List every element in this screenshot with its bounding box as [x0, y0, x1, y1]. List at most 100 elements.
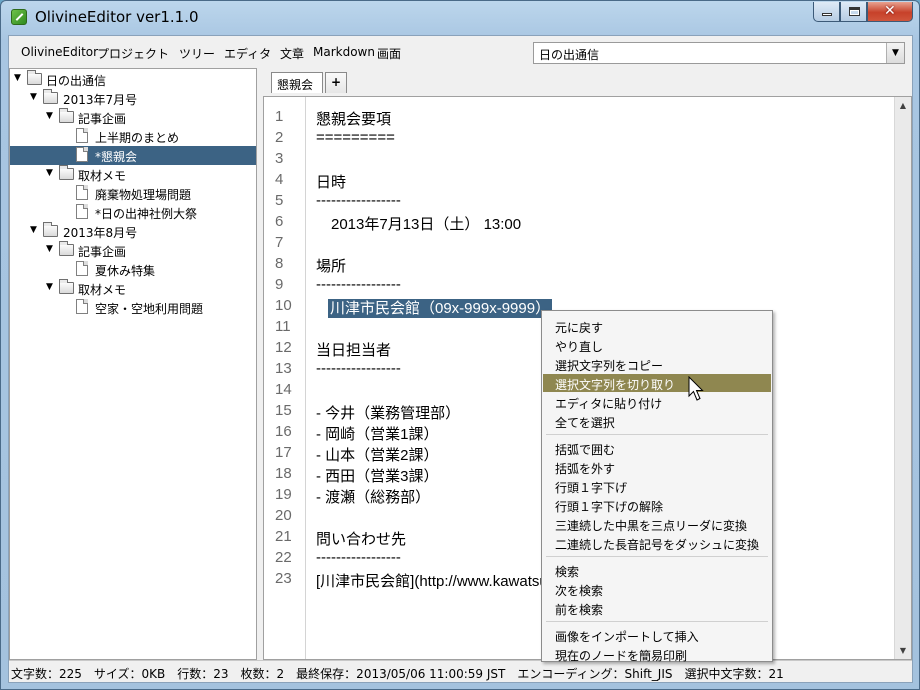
- tree-node-label: 夏休み特集: [95, 264, 156, 278]
- expand-arrow-icon[interactable]: ▼: [46, 111, 53, 121]
- expand-arrow-icon[interactable]: ▼: [46, 244, 53, 254]
- menu-item-undo[interactable]: 元に戻す: [543, 317, 771, 335]
- window-controls: ✕: [813, 2, 913, 22]
- title-bar[interactable]: OlivineEditor ver1.1.0 ✕: [1, 1, 919, 35]
- scroll-up-icon[interactable]: ▲: [895, 97, 911, 114]
- editor-line: - 山本（営業2課）: [316, 447, 439, 464]
- document-icon: [76, 261, 88, 276]
- editor-line: 場所: [316, 258, 347, 275]
- tree-node[interactable]: 廃棄物処理場問題: [10, 184, 256, 203]
- line-number: 4: [275, 171, 284, 188]
- menu-project[interactable]: プロジェクト: [97, 45, 169, 62]
- menu-item-find-next[interactable]: 次を検索: [543, 580, 771, 598]
- tree-node[interactable]: ▼ 記事企画: [10, 108, 256, 127]
- scroll-down-icon[interactable]: ▼: [895, 642, 911, 659]
- line-number: 23: [275, 570, 292, 587]
- tree-node[interactable]: *日の出神社例大祭: [10, 203, 256, 222]
- line-number: 11: [275, 318, 291, 335]
- menu-item-indent[interactable]: 行頭１字下げ: [543, 477, 771, 495]
- menu-item-remove-brackets[interactable]: 括弧を外す: [543, 458, 771, 476]
- document-icon: [76, 128, 88, 143]
- line-number-gutter: 1 2 3 4 5 6 7 8 9 10 11 12 13 14 15 16 1: [264, 97, 306, 659]
- menu-item-convert-ellipsis[interactable]: 三連続した中黒を三点リーダに変換: [543, 515, 771, 533]
- expand-arrow-icon[interactable]: ▼: [14, 73, 21, 83]
- expand-arrow-icon[interactable]: ▼: [30, 225, 37, 235]
- menu-item-wrap-brackets[interactable]: 括弧で囲む: [543, 439, 771, 457]
- line-number: 15: [275, 402, 292, 419]
- vertical-scrollbar[interactable]: ▲ ▼: [894, 97, 911, 659]
- maximize-button[interactable]: [840, 2, 867, 22]
- line-number: 14: [275, 381, 292, 398]
- tree-node[interactable]: 夏休み特集: [10, 260, 256, 279]
- tree-node[interactable]: ▼ 2013年8月号: [10, 222, 256, 241]
- menu-item-import-image[interactable]: 画像をインポートして挿入: [543, 626, 771, 644]
- tree-node[interactable]: ▼ 取材メモ: [10, 165, 256, 184]
- menu-olivineeditor[interactable]: OlivineEditor: [21, 45, 98, 59]
- menu-item-select-all[interactable]: 全てを選択: [543, 412, 771, 430]
- menu-separator: [546, 434, 768, 435]
- tree-node-selected[interactable]: *懇親会: [10, 146, 256, 165]
- menu-editor[interactable]: エディタ: [224, 45, 271, 62]
- menu-item-redo[interactable]: やり直し: [543, 336, 771, 354]
- tree-node-label: 記事企画: [78, 112, 127, 126]
- menu-markdown[interactable]: Markdown: [313, 45, 375, 59]
- folder-icon: [43, 222, 58, 237]
- menu-document[interactable]: 文章: [280, 45, 304, 62]
- menu-item-paste[interactable]: エディタに貼り付け: [543, 393, 771, 411]
- editor-line: - 西田（営業3課）: [316, 468, 439, 485]
- project-select[interactable]: 日の出通信 ▼: [533, 42, 905, 64]
- tab-bar: 懇親会 +: [263, 68, 912, 96]
- menu-item-unindent[interactable]: 行頭１字下げの解除: [543, 496, 771, 514]
- menu-bar: OlivineEditor プロジェクト ツリー エディタ 文章 Markdow…: [9, 36, 912, 68]
- status-bar: 文字数：225 サイズ：0KB 行数：23 枚数：2 最終保存：2013/05/…: [9, 660, 912, 682]
- line-number: 5: [275, 192, 284, 209]
- menu-item-cut[interactable]: 選択文字列を切り取り: [543, 374, 771, 392]
- line-number: 13: [275, 360, 292, 377]
- menu-separator: [546, 621, 768, 622]
- folder-icon: [43, 89, 58, 104]
- close-button[interactable]: ✕: [867, 2, 913, 22]
- menu-item-print-node[interactable]: 現在のノードを簡易印刷: [543, 645, 771, 663]
- tree-node[interactable]: 上半期のまとめ: [10, 127, 256, 146]
- menu-item-search[interactable]: 検索: [543, 561, 771, 579]
- line-number: 22: [275, 549, 292, 566]
- expand-arrow-icon[interactable]: ▼: [30, 92, 37, 102]
- tree-node[interactable]: ▼ 取材メモ: [10, 279, 256, 298]
- chevron-down-icon[interactable]: ▼: [886, 43, 904, 63]
- menu-view[interactable]: 画面: [377, 45, 401, 62]
- tree-node-label: 記事企画: [78, 245, 127, 259]
- expand-arrow-icon[interactable]: ▼: [46, 168, 53, 178]
- tree-node[interactable]: ▼ 日の出通信: [10, 70, 256, 89]
- tab-konshinkai[interactable]: 懇親会: [271, 72, 323, 93]
- tree-node[interactable]: ▼ 2013年7月号: [10, 89, 256, 108]
- project-select-value: 日の出通信: [539, 48, 600, 62]
- menu-tree[interactable]: ツリー: [179, 45, 215, 62]
- status-text: 文字数：225 サイズ：0KB 行数：23 枚数：2 最終保存：2013/05/…: [11, 667, 784, 681]
- tree-node-label: 2013年8月号: [63, 226, 138, 240]
- tree-node-label: 上半期のまとめ: [95, 131, 180, 145]
- folder-icon: [27, 70, 42, 85]
- folder-icon: [59, 165, 74, 180]
- document-icon: [76, 299, 88, 314]
- tree-node[interactable]: ▼ 記事企画: [10, 241, 256, 260]
- line-number: 7: [275, 234, 284, 251]
- close-icon: ✕: [884, 3, 896, 19]
- expand-arrow-icon[interactable]: ▼: [46, 282, 53, 292]
- line-number: 16: [275, 423, 292, 440]
- tree-node-label: *日の出神社例大祭: [95, 207, 198, 221]
- text-selection: 川津市民会館（09x-999x-9999）: [328, 299, 553, 318]
- tree-node[interactable]: 空家・空地利用問題: [10, 298, 256, 317]
- mouse-pointer-icon: [688, 376, 704, 401]
- context-menu: 元に戻す やり直し 選択文字列をコピー 選択文字列を切り取り エディタに貼り付け…: [541, 310, 773, 663]
- editor-line: 問い合わせ先: [316, 531, 407, 548]
- project-tree: ▼ 日の出通信 ▼ 2013年7月号 ▼ 記事企画 上半期のまとめ *懇親会 ▼…: [9, 68, 257, 660]
- line-number: 12: [275, 339, 292, 356]
- menu-item-copy[interactable]: 選択文字列をコピー: [543, 355, 771, 373]
- editor-line-selected: 川津市民会館（09x-999x-9999）: [328, 297, 553, 318]
- editor-line: -----------------: [316, 276, 401, 293]
- editor-line: =========: [316, 129, 395, 146]
- add-tab-button[interactable]: +: [325, 72, 347, 93]
- minimize-button[interactable]: [813, 2, 840, 22]
- menu-item-convert-dash[interactable]: 二連続した長音記号をダッシュに変換: [543, 534, 771, 552]
- menu-item-find-previous[interactable]: 前を検索: [543, 599, 771, 617]
